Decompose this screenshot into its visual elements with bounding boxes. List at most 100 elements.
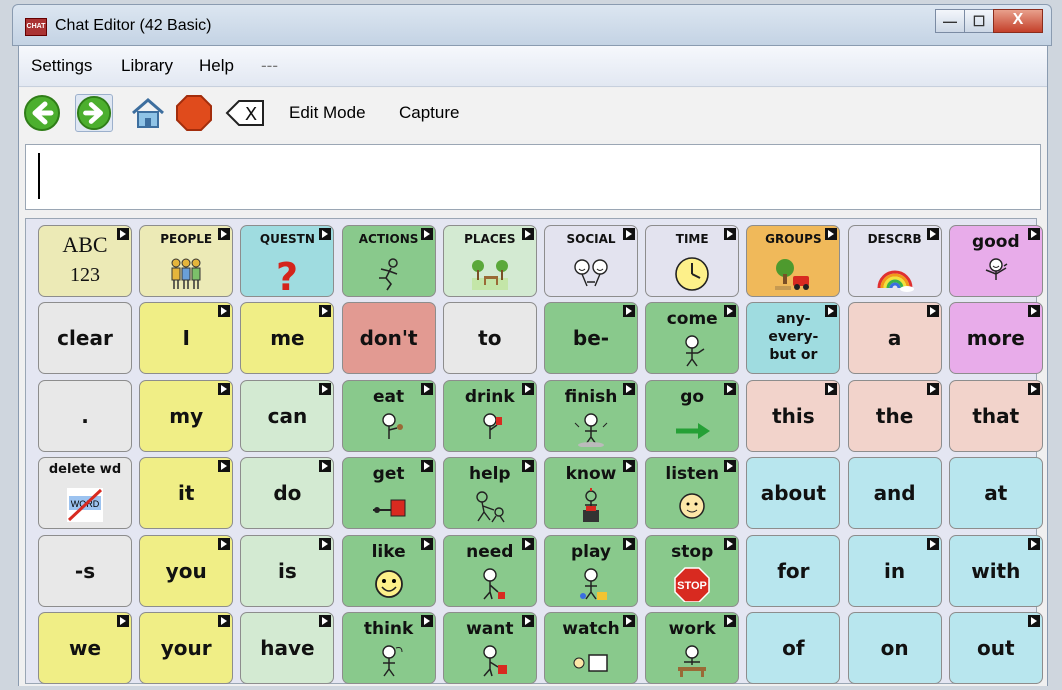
key-stop[interactable]: stop STOP [645,534,740,607]
key-places[interactable]: PLACES [442,225,537,297]
key-know[interactable]: know [544,457,638,530]
key-think[interactable]: think [341,612,436,684]
key-about[interactable]: about [746,457,841,530]
key-be[interactable]: be- [544,302,638,375]
key-help[interactable]: help [442,457,537,530]
key-label: have [260,636,315,660]
clear-text-button[interactable]: X [225,94,264,132]
key-good[interactable]: good [948,225,1043,297]
key-your[interactable]: your [139,612,234,684]
drink-icon [483,413,502,439]
key-play[interactable]: play [544,534,638,607]
key-we[interactable]: we [38,612,132,684]
key-s[interactable]: -s [38,534,132,607]
key-want[interactable]: want [442,612,537,684]
key-that[interactable]: that [948,379,1043,452]
key-clear[interactable]: clear [38,302,132,375]
folder-arrow-icon [1027,537,1040,550]
key-do[interactable]: do [240,457,335,530]
folder-arrow-icon [319,460,332,473]
key-drink[interactable]: drink [442,379,537,452]
key-a[interactable]: a [847,302,942,375]
edit-mode-button[interactable]: Edit Mode [289,103,366,123]
key-you[interactable]: you [139,534,234,607]
key-work[interactable]: work [645,612,740,684]
come-icon [685,335,705,367]
key-abc[interactable]: ABC 123 [38,225,132,297]
key-label: a [887,326,902,351]
key-of[interactable]: of [746,612,841,684]
key-get[interactable]: get [341,457,436,530]
key-on[interactable]: on [847,612,942,684]
folder-arrow-icon [319,615,332,627]
key-any-every-but-or[interactable]: any-every-but or [746,302,841,375]
key-time[interactable]: TIME [645,225,740,297]
folder-arrow-icon [420,537,433,550]
minimize-button[interactable]: — [935,9,965,33]
back-button[interactable] [23,94,61,132]
key-need[interactable]: need [442,534,537,607]
go-arrow-icon [676,422,711,439]
key-in[interactable]: in [847,534,942,607]
key-actions[interactable]: ACTIONS [341,225,436,297]
key-this[interactable]: this [746,379,841,452]
menu-bar: Settings Library Help --- [19,46,1047,87]
key-my[interactable]: my [139,379,234,452]
key-and[interactable]: and [847,457,942,530]
folder-arrow-icon [623,537,635,550]
key-descrb[interactable]: DESCRB [847,225,942,297]
key-delete-wd[interactable]: delete wd WORD [38,457,132,530]
menu-library[interactable]: Library [121,56,173,76]
folder-arrow-icon [420,615,433,627]
key-people[interactable]: PEOPLE [139,225,234,297]
key-with[interactable]: with [948,534,1043,607]
park-icon [471,260,508,290]
work-icon [678,645,707,677]
key-the[interactable]: the [847,379,942,452]
key-eat[interactable]: eat [341,379,436,452]
key-questn[interactable]: QUESTN? [240,225,335,297]
folder-arrow-icon [420,228,433,240]
folder-arrow-icon [926,305,939,318]
stop-button[interactable] [175,94,213,132]
key-i[interactable]: I [139,302,234,375]
key-is[interactable]: is [240,534,335,607]
folder-arrow-icon [1027,228,1040,240]
key-to[interactable]: to [442,302,537,375]
key-social[interactable]: SOCIAL [544,225,638,297]
key-label: on [880,636,909,660]
key-label: for [777,558,810,583]
key-for[interactable]: for [746,534,841,607]
key-groups[interactable]: GROUPS [746,225,841,297]
key-more[interactable]: more [948,302,1043,375]
home-button[interactable] [129,94,167,132]
key-label: with [971,558,1021,583]
maximize-button[interactable]: ☐ [964,9,994,33]
folder-arrow-icon [218,460,231,473]
text-caret [38,153,40,199]
running-person-icon [378,258,398,291]
key-don-t[interactable]: don't [341,302,436,375]
app-icon: CHAT [25,18,47,36]
message-input[interactable] [25,144,1041,210]
key-finish[interactable]: finish [544,379,638,452]
close-button[interactable]: X [993,9,1043,33]
key-come[interactable]: come [645,302,740,375]
key-[interactable]: . [38,379,132,452]
menu-settings[interactable]: Settings [31,56,92,76]
key-at[interactable]: at [948,457,1043,530]
key-can[interactable]: can [240,379,335,452]
key-me[interactable]: me [240,302,335,375]
key-out[interactable]: out [948,612,1043,684]
menu-help[interactable]: Help [199,56,234,76]
key-go[interactable]: go [645,379,740,452]
key-like[interactable]: like [341,534,436,607]
key-watch[interactable]: watch [544,612,638,684]
forward-button[interactable] [75,94,113,132]
capture-button[interactable]: Capture [399,103,459,123]
key-have[interactable]: have [240,612,335,684]
stop-icon [176,95,212,131]
key-listen[interactable]: listen [645,457,740,530]
key-it[interactable]: it [139,457,234,530]
folder-arrow-icon [218,537,231,550]
